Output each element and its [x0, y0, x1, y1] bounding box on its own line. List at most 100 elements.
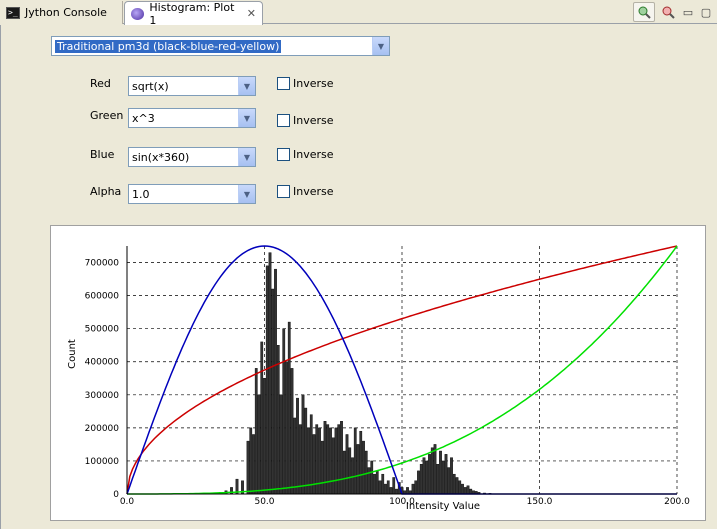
red-inverse-checkbox[interactable]: Inverse	[277, 77, 334, 90]
zoom-in-icon	[638, 6, 651, 19]
x-tick-label: 200.0	[664, 497, 690, 507]
checkbox-box[interactable]	[277, 148, 290, 161]
histogram-bar	[384, 483, 387, 495]
tab-jython-console[interactable]: >_ Jython Console	[0, 1, 123, 24]
histogram-bar	[425, 460, 429, 495]
histogram-bar	[345, 434, 349, 495]
histogram-bar	[389, 487, 393, 495]
histogram-bar	[326, 424, 330, 495]
chevron-down-icon[interactable]: ▼	[372, 37, 389, 55]
histogram-bar	[257, 394, 261, 495]
checkbox-box[interactable]	[277, 77, 290, 90]
histogram-bar	[441, 460, 445, 495]
histogram-bar	[334, 427, 338, 495]
histogram-bar	[320, 440, 324, 495]
chevron-down-icon[interactable]: ▼	[238, 109, 255, 127]
y-tick-label: 600000	[85, 292, 120, 302]
histogram-bar	[378, 480, 382, 495]
histogram-bar	[337, 424, 341, 495]
histogram-bar	[439, 450, 442, 495]
histogram-bar	[381, 473, 385, 495]
histogram-bar	[304, 407, 308, 495]
y-tick-label: 700000	[85, 259, 120, 269]
inverse-label: Inverse	[293, 148, 334, 161]
zoom-out-button[interactable]	[657, 2, 679, 22]
histogram-bar	[447, 467, 451, 495]
histogram-bar	[268, 252, 272, 495]
y-tick-label: 100000	[85, 457, 120, 467]
alpha-function-select[interactable]: 1.0 ▼	[128, 184, 256, 204]
histogram-bar	[265, 265, 269, 495]
green-function-select[interactable]: x^3 ▼	[128, 108, 256, 128]
histogram-bar	[364, 450, 368, 495]
histogram-bar	[370, 460, 374, 495]
tab-label: Jython Console	[25, 6, 107, 19]
maximize-icon[interactable]: ▢	[699, 5, 713, 19]
histogram-bar	[373, 473, 376, 495]
chevron-down-icon[interactable]: ▼	[238, 185, 255, 203]
red-function-select[interactable]: sqrt(x) ▼	[128, 76, 256, 96]
histogram-bar	[307, 427, 310, 495]
colormap-select[interactable]: Traditional pm3d (black-blue-red-yellow)…	[51, 36, 390, 56]
histogram-bar	[386, 480, 390, 495]
histogram-plot-panel: 0 100000 200000 300000 400000 500000 600000 700…	[50, 225, 706, 521]
histogram-bar	[309, 414, 313, 495]
green-inverse-checkbox[interactable]: Inverse	[277, 114, 334, 127]
blue-inverse-checkbox[interactable]: Inverse	[277, 148, 334, 161]
histogram-bar	[433, 444, 437, 495]
histogram-bar	[411, 483, 415, 495]
x-tick-label: 150.0	[527, 497, 553, 507]
histogram-bar	[414, 480, 418, 495]
checkbox-box[interactable]	[277, 114, 290, 127]
histogram-bar	[375, 470, 379, 495]
histogram-bar	[252, 434, 255, 495]
green-label: Green	[90, 109, 124, 122]
inverse-label: Inverse	[293, 114, 334, 127]
histogram-bar	[452, 473, 456, 495]
histogram-bar	[249, 427, 253, 495]
blue-function-value: sin(x*360)	[132, 150, 190, 164]
x-tick-label: 0.0	[120, 497, 135, 507]
histogram-bar	[298, 424, 302, 495]
histogram-bar	[353, 427, 357, 495]
histogram-bar	[392, 477, 396, 495]
histogram-bar	[463, 487, 467, 495]
histogram-bar	[417, 470, 420, 495]
minimize-icon[interactable]: ▭	[681, 5, 695, 19]
x-axis-label: Intensity Value	[406, 501, 480, 512]
histogram-bar	[428, 454, 431, 495]
chevron-down-icon[interactable]: ▼	[238, 148, 255, 166]
checkbox-box[interactable]	[277, 185, 290, 198]
tab-label: Histogram: Plot 1	[149, 0, 235, 27]
y-axis-label: Count	[67, 339, 78, 369]
inverse-label: Inverse	[293, 77, 334, 90]
chevron-down-icon[interactable]: ▼	[238, 77, 255, 95]
histogram-bar	[329, 427, 332, 495]
blue-label: Blue	[90, 148, 115, 161]
y-tick-label: 500000	[85, 325, 120, 335]
histogram-bar	[274, 268, 277, 495]
y-tick-label: 400000	[85, 358, 120, 368]
histogram-bar	[422, 457, 426, 495]
histogram-bar	[351, 457, 354, 495]
y-tick-label: 200000	[85, 424, 120, 434]
zoom-out-icon	[662, 6, 675, 19]
histogram-chart[interactable]: 0 100000 200000 300000 400000 500000 600000 700…	[51, 226, 707, 522]
histogram-bar	[367, 467, 371, 495]
tab-histogram-plot[interactable]: Histogram: Plot 1 ✕	[124, 0, 263, 27]
histogram-bar	[419, 464, 423, 495]
histogram-bar	[436, 464, 440, 495]
histogram-bar	[356, 444, 360, 495]
histogram-bar	[246, 440, 250, 495]
histogram-bar	[362, 440, 365, 495]
zoom-in-button[interactable]	[633, 2, 655, 22]
histogram-bar	[458, 480, 462, 495]
histogram-bar	[444, 454, 448, 495]
histogram-bar	[260, 341, 264, 495]
alpha-inverse-checkbox[interactable]: Inverse	[277, 185, 334, 198]
green-function-value: x^3	[132, 111, 155, 125]
y-tick-label: 0	[113, 490, 119, 500]
blue-function-select[interactable]: sin(x*360) ▼	[128, 147, 256, 167]
histogram-bar	[279, 394, 283, 495]
close-icon[interactable]: ✕	[247, 7, 256, 20]
